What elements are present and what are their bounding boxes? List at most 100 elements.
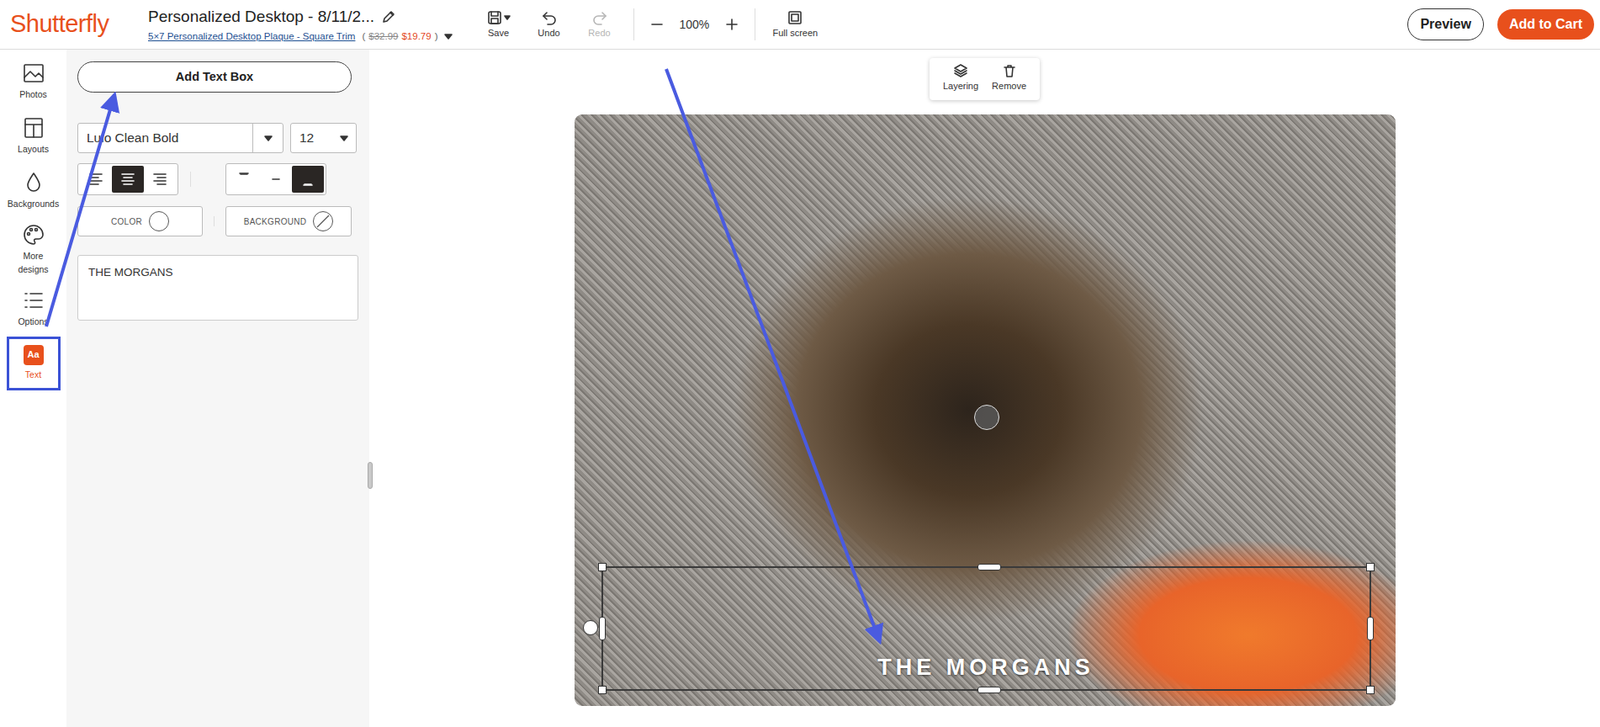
fullscreen-icon [786,9,804,27]
resize-handle[interactable] [598,562,607,572]
valign-button[interactable] [227,165,260,193]
tool-label: Redo [588,26,610,41]
layering-icon [952,62,970,80]
text-icon: Aa [23,344,44,366]
align-button[interactable] [143,165,176,193]
color-label: COLOR [111,215,143,228]
product-link[interactable]: 5×7 Personalized Desktop Plaque - Square… [148,29,355,44]
text-input[interactable]: THE MORGANS [77,254,359,321]
color-swatch [148,211,170,232]
layering-button[interactable]: Layering [937,62,984,96]
rail-label: Backgrounds [7,197,59,212]
zoom-in-button[interactable] [719,15,745,34]
backgrounds-icon [21,170,46,195]
size-select[interactable]: 12 [290,122,357,154]
add-to-cart-button[interactable]: Add to Cart [1497,9,1595,40]
minus-icon [649,16,665,32]
canvas-text[interactable]: THE MORGANS [877,650,1095,685]
photos-icon [21,61,46,85]
color-button[interactable]: COLOR [77,206,203,237]
rail-label: Text [25,368,42,382]
remove-button[interactable]: Remove [986,62,1032,96]
resize-handle[interactable] [598,616,606,641]
preview-button[interactable]: Preview [1407,8,1484,41]
move-hand-icon[interactable] [974,404,1000,430]
caret-down-icon [441,29,456,43]
top-bar: ShutterflyPersonalized Desktop - 8/11/2.… [0,0,1600,50]
redo-icon [591,9,609,27]
align-button[interactable] [79,165,112,193]
annotation-arrows [0,0,1600,727]
valign-button[interactable] [291,165,324,193]
pencil-icon [381,9,397,25]
old-price: $32.99 [368,29,398,44]
price-paren: ) [434,29,439,44]
plus-icon [724,16,740,32]
canvas-toolbar: Layering Remove [929,58,1040,101]
save-icon [486,9,504,27]
align-button[interactable] [111,165,144,193]
zoom-value: 100% [672,15,717,34]
dog-photo[interactable]: THE MORGANS [574,114,1396,706]
rotate-handle-icon[interactable] [582,619,599,636]
save-button[interactable]: Save [475,7,523,43]
valign-button[interactable] [259,165,292,193]
rail-item[interactable]: Photos [6,54,61,109]
tool-label: Save [487,26,509,41]
align-middle-icon [267,170,285,188]
rail-item[interactable]: More designs [6,218,61,281]
tool-label: Remove [991,79,1027,94]
align-top-icon [235,170,253,188]
remove-icon [1001,62,1018,80]
undo-icon [540,9,558,27]
horizontal-align-group [77,163,179,196]
align-center-icon [119,170,137,188]
resize-handle[interactable] [977,686,1002,694]
zoom-out-button[interactable] [644,15,670,34]
fullscreen-button[interactable]: Full screen [765,7,825,43]
rail-item[interactable]: Layouts [6,109,61,164]
panel-resize-handle[interactable] [367,461,373,489]
divider [754,8,756,41]
options-icon [21,288,46,313]
tool-label: Layering [943,79,979,94]
more-designs-icon [21,222,46,247]
tool-label: Full screen [772,26,818,41]
background-swatch [312,211,334,232]
rail-label: Photos [19,88,48,102]
divider [633,8,635,41]
resize-handle[interactable] [598,685,607,695]
divider [213,216,215,227]
layouts-icon [21,116,46,140]
design-canvas: Layering Remove THE MORGANS [369,49,1600,727]
caret-down-icon [339,132,350,144]
project-title[interactable]: Personalized Desktop - 8/11/2... [148,5,375,30]
caret-down-icon [263,132,274,144]
rail-item[interactable]: Options [6,281,61,336]
text-box[interactable]: THE MORGANS [601,566,1372,691]
divider [190,171,191,187]
rail-item[interactable]: Aa Text [6,336,61,391]
align-left-icon [87,170,105,188]
resize-handle[interactable] [977,563,1002,571]
resize-handle[interactable] [1366,562,1375,572]
resize-handle[interactable] [1366,685,1375,695]
vertical-align-group [225,163,327,196]
align-bottom-icon [299,170,317,188]
rail-item[interactable]: Backgrounds [6,164,61,218]
rail-label: Options [17,315,48,329]
new-price: $19.79 [401,29,431,44]
add-text-box-button[interactable]: Add Text Box [77,61,352,93]
size-value: 12 [291,127,340,148]
project-title-block: Personalized Desktop - 8/11/2...5×7 Pers… [148,5,456,44]
rail-label: Layouts [17,143,49,157]
redo-button[interactable]: Redo [576,7,624,43]
background-label: BACKGROUND [243,215,308,228]
font-select[interactable]: Lulo Clean Bold [77,122,284,154]
font-value: Lulo Clean Bold [78,127,253,148]
side-rail: Photos Layouts Backgrounds More designs Opti… [0,49,67,727]
logo[interactable]: Shutterfly [10,5,145,43]
resize-handle[interactable] [1366,616,1374,641]
undo-button[interactable]: Undo [525,7,573,43]
background-button[interactable]: BACKGROUND [225,206,352,237]
